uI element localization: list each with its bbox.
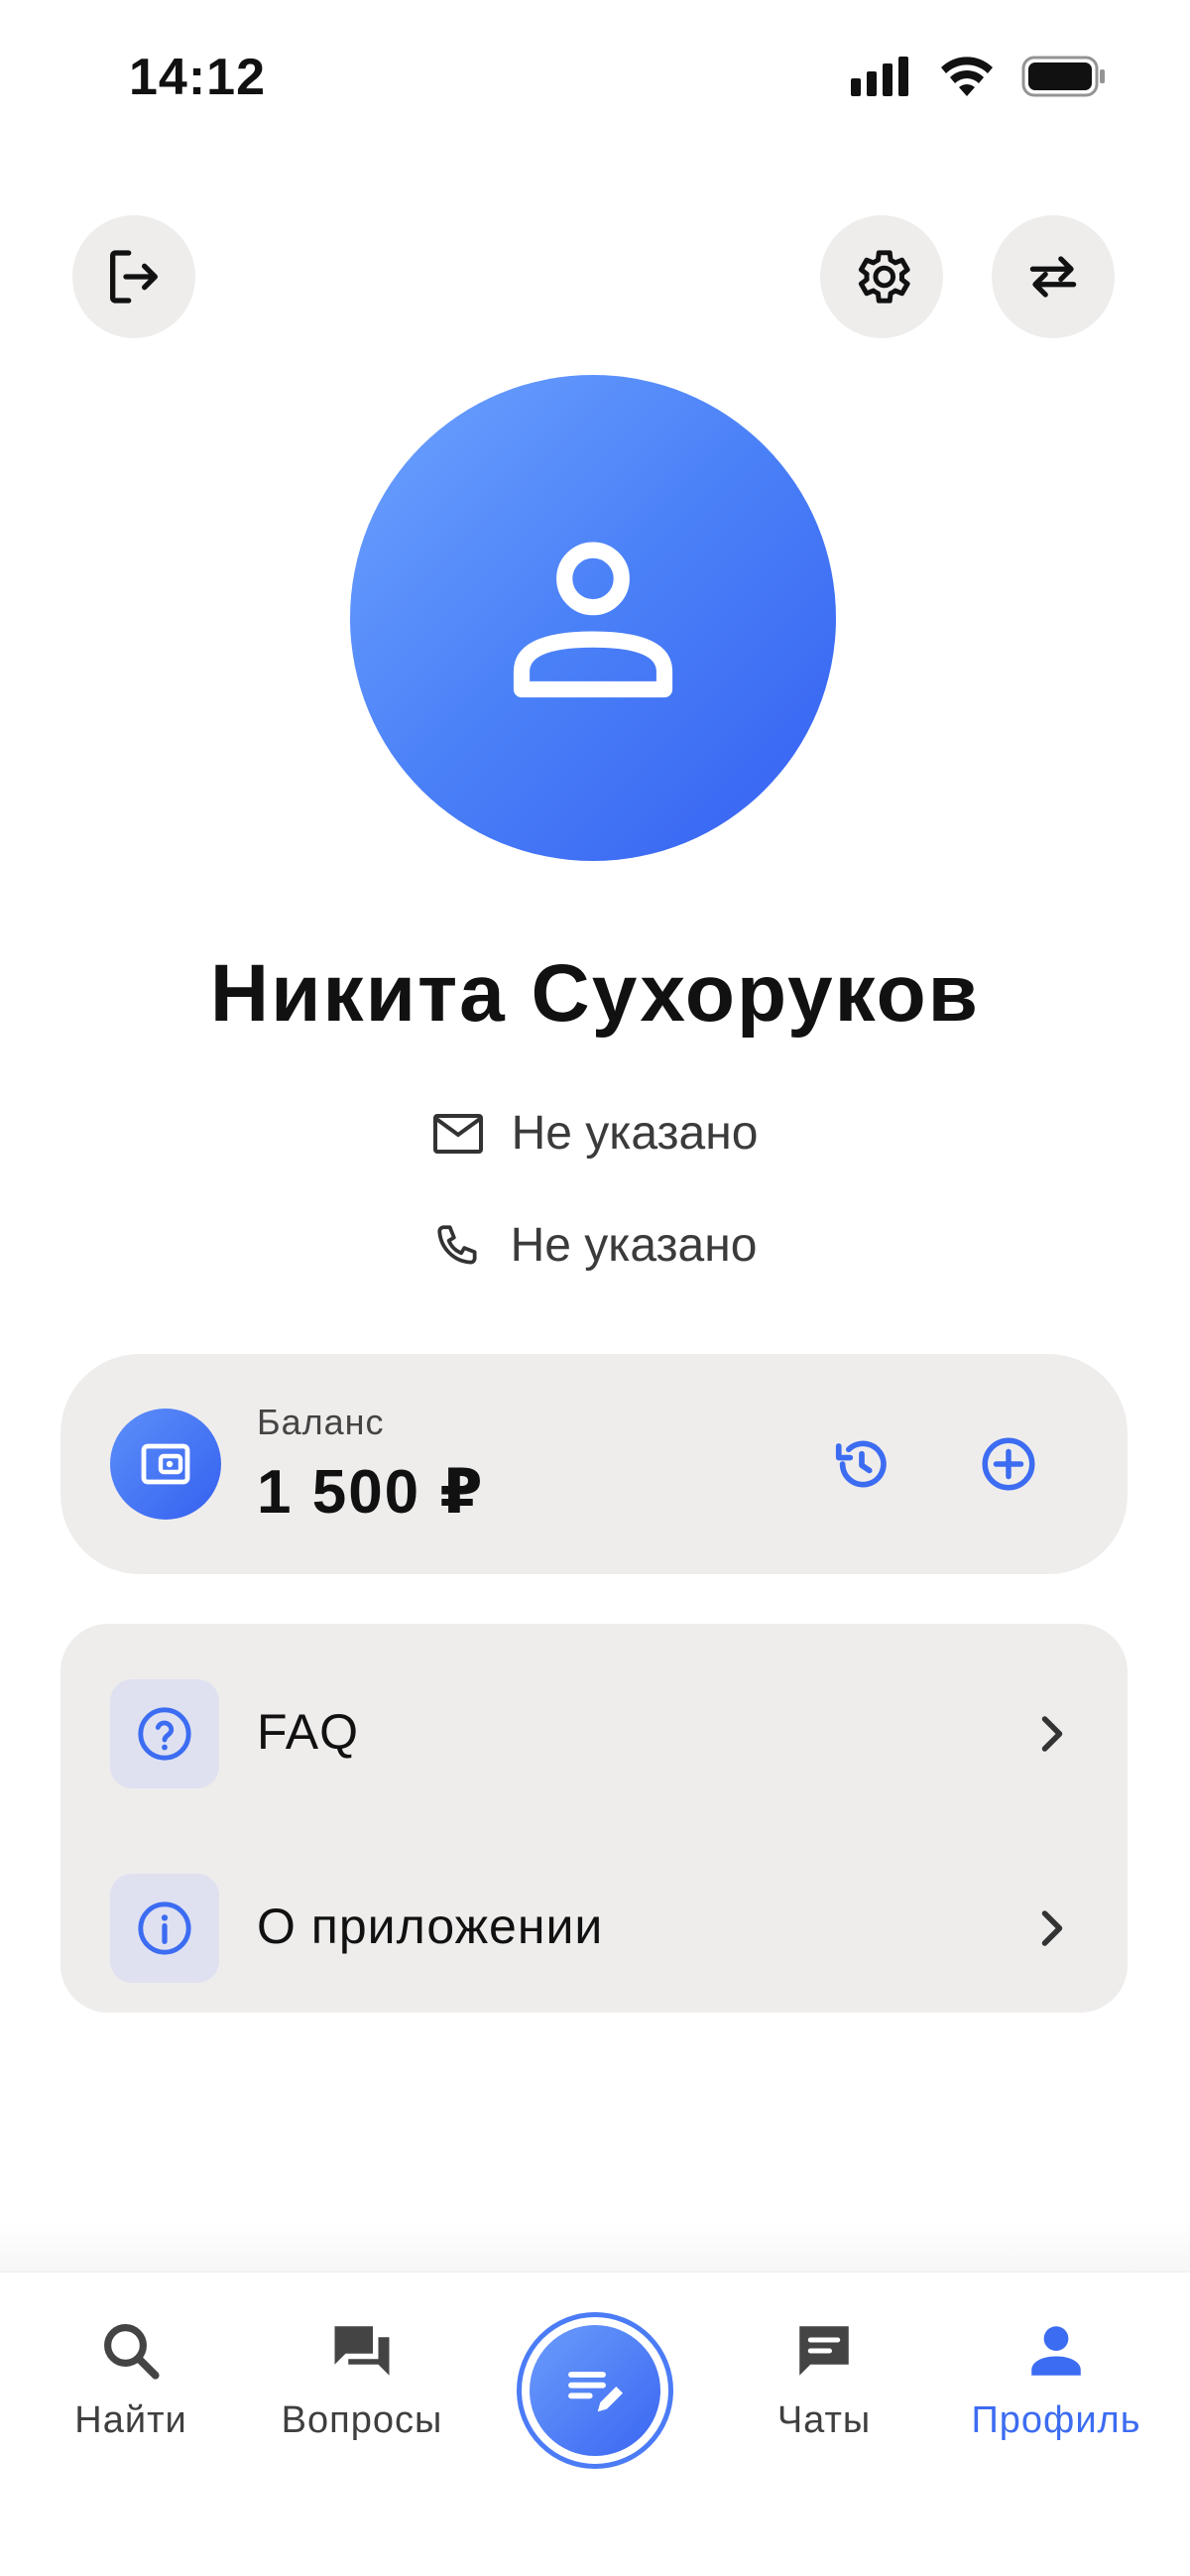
logout-button[interactable] (72, 215, 195, 338)
edit-note-icon (530, 2325, 660, 2456)
bottom-nav-shadow (0, 2222, 1190, 2271)
email-value: Не указано (511, 1107, 759, 1160)
info-icon (110, 1874, 219, 1983)
mail-icon (432, 1113, 483, 1154)
profile-screen: 14:12 Никита Сухоруков Не указано Не ука… (0, 0, 1190, 2576)
balance-label: Баланс (257, 1402, 385, 1442)
switch-role-button[interactable] (992, 215, 1115, 338)
avatar[interactable] (350, 375, 836, 861)
nav-label: Найти (74, 2399, 187, 2441)
search-icon (104, 2324, 160, 2380)
balance-value: 1 500 ₽ (257, 1458, 485, 1527)
history-icon (835, 1440, 887, 1488)
question-icon (110, 1679, 219, 1788)
menu-item-label: О приложении (257, 1899, 604, 1954)
status-time: 14:12 (129, 49, 266, 106)
bottom-nav: Найти Вопросы Чаты Профиль (0, 2271, 1190, 2576)
nav-item-profile[interactable]: Профиль (947, 2318, 1165, 2442)
menu-card: FAQ О приложении (60, 1624, 1128, 2013)
profile-name: Никита Сухоруков (209, 948, 981, 1039)
menu-item-label: FAQ (257, 1704, 360, 1760)
status-icons (851, 56, 1107, 97)
nav-label: Вопросы (281, 2399, 443, 2441)
chevron-right-icon (1030, 1903, 1074, 1953)
balance-history-button[interactable] (827, 1429, 896, 1499)
wifi-icon (941, 57, 993, 96)
nav-item-search[interactable]: Найти (22, 2318, 240, 2442)
wallet-icon (110, 1409, 221, 1520)
phone-row: Не указано (0, 1218, 1190, 1273)
nav-label: Профиль (971, 2399, 1141, 2441)
menu-item-faq[interactable]: FAQ (60, 1663, 1128, 1802)
person-icon (1031, 2326, 1081, 2376)
settings-button[interactable] (820, 215, 943, 338)
add-circle-icon (982, 1437, 1035, 1491)
gear-icon (858, 250, 910, 304)
phone-icon (436, 1224, 477, 1265)
nav-item-questions[interactable]: Вопросы (253, 2318, 471, 2442)
swap-arrows-icon (1029, 256, 1077, 298)
nav-item-chats[interactable]: Чаты (715, 2318, 933, 2442)
cellular-signal-icon (851, 57, 908, 96)
email-row: Не указано (0, 1106, 1190, 1161)
create-question-button[interactable] (517, 2312, 673, 2469)
chat-icon (799, 2326, 849, 2376)
menu-item-about[interactable]: О приложении (60, 1858, 1128, 1997)
phone-value: Не указано (510, 1219, 758, 1272)
chevron-right-icon (1030, 1709, 1074, 1759)
balance-card: Баланс 1 500 ₽ (60, 1354, 1128, 1574)
battery-icon (1021, 56, 1105, 97)
person-outline-icon (513, 542, 673, 698)
top-up-button[interactable] (974, 1429, 1043, 1499)
logout-icon (110, 250, 158, 304)
nav-label: Чаты (776, 2399, 872, 2441)
forum-icon (334, 2326, 390, 2376)
